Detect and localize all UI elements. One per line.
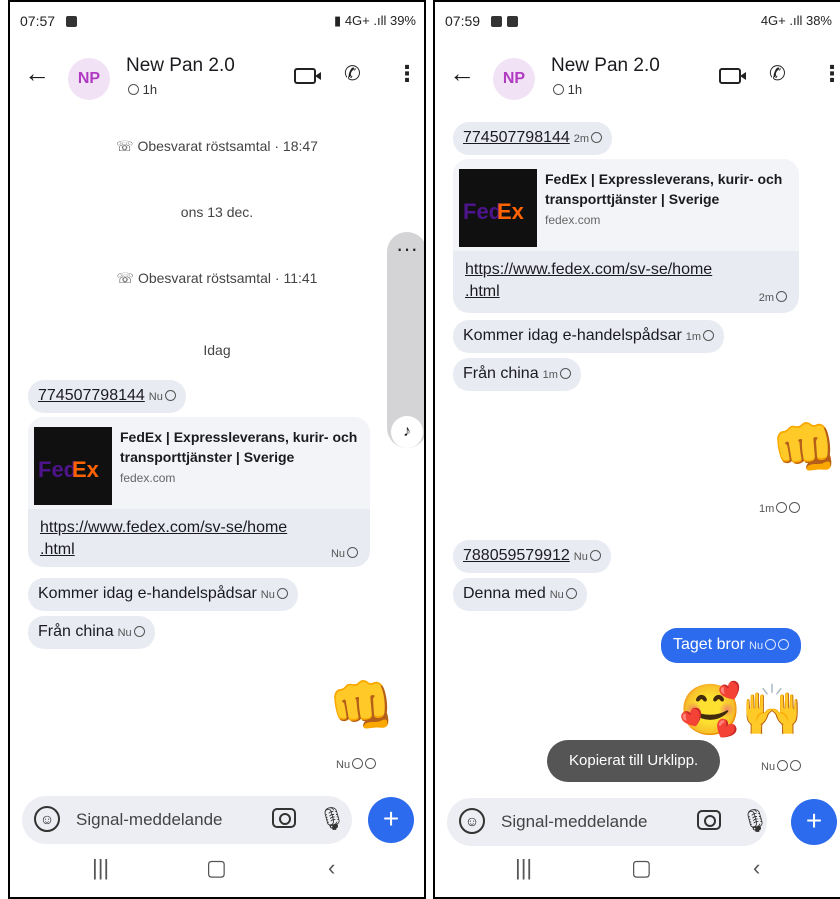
link-preview-message[interactable]: Fed Ex FedEx | Expressleverans, kurir- oc… (28, 417, 370, 567)
status-time: 07:57 (20, 13, 56, 29)
link-preview[interactable]: Fed Ex FedEx | Expressleverans, kurir- oc… (28, 417, 370, 509)
incoming-message[interactable]: Kommer idag e-handelspådsar 1m (453, 320, 725, 353)
recents-icon[interactable]: ||| (92, 855, 109, 881)
outgoing-emojis[interactable]: 🥰🙌 (679, 680, 804, 740)
missed-call-event: ☏ Obesvarat röstsamtal · 18:47 (116, 138, 318, 154)
conversation-title[interactable]: New Pan 2.0 (126, 55, 235, 77)
recents-icon[interactable]: ||| (515, 855, 532, 881)
avatar[interactable]: NP (493, 58, 535, 100)
incoming-message-tracking[interactable]: 774507798144 Nu (28, 380, 186, 413)
date-divider: Idag (203, 342, 231, 358)
message-time: Nu (761, 760, 802, 773)
video-call-icon[interactable] (294, 68, 321, 84)
outgoing-emoji[interactable]: 👊 (328, 676, 395, 736)
missed-call-event: ☏ Obesvarat röstsamtal · 11:41 (116, 270, 318, 286)
kebab-menu-icon[interactable]: ⋮ (821, 62, 840, 86)
message-time: 1m (759, 502, 801, 515)
message-list[interactable]: 774507798144 2m Fed Ex FedEx | Expressleve… (435, 112, 840, 789)
message-time: Nu (336, 758, 377, 771)
nav-back-icon[interactable]: ‹ (753, 855, 760, 881)
plus-icon[interactable]: + (368, 797, 414, 843)
status-icons: ▮ 4G+ .ıll 39% (334, 13, 416, 28)
message-time: 2m (759, 291, 787, 304)
outgoing-message[interactable]: Taget bror Nu (661, 628, 802, 663)
more-icon[interactable]: ··· (387, 238, 424, 260)
emoji-icon[interactable]: ☺ (34, 806, 60, 832)
preview-site: fedex.com (120, 471, 176, 485)
avatar[interactable]: NP (68, 58, 110, 100)
home-icon[interactable]: ▢ (631, 855, 652, 881)
disappearing-timer: 1h (126, 82, 157, 97)
right-phone-screen: 07:59 4G+ .ıll 38% ← NP New Pan 2.0 1h ✆… (433, 0, 840, 899)
message-input[interactable]: Signal-meddelande (501, 812, 648, 832)
fedex-thumbnail: Fed Ex (459, 169, 537, 247)
timer-icon (128, 84, 139, 95)
system-nav-bar: ||| ▢ ‹ (435, 839, 840, 897)
microphone-icon[interactable]: 🎙 (318, 806, 346, 832)
outgoing-emoji[interactable]: 👊 (771, 418, 838, 478)
notification-icon (491, 16, 502, 27)
preview-title: FedEx | Expressleverans, kurir- och tran… (545, 171, 783, 207)
phone-icon[interactable]: ✆ (769, 62, 786, 86)
missed-call-icon: ☏ (116, 270, 135, 286)
incoming-message-tracking[interactable]: 788059579912 Nu (453, 540, 611, 573)
message-list[interactable]: ☏ Obesvarat röstsamtal · 18:47 ons 13 de… (10, 112, 424, 789)
incoming-message[interactable]: Från china 1m (453, 358, 581, 391)
nav-back-icon[interactable]: ‹ (328, 855, 335, 881)
kebab-menu-icon[interactable]: ⋮ (396, 62, 418, 86)
copied-toast: Kopierat till Urklipp. (547, 740, 721, 782)
timer-icon (553, 84, 564, 95)
url-link-cont[interactable]: .html (40, 539, 75, 561)
conversation-header: ← NP New Pan 2.0 1h ✆ ⋮ (10, 42, 424, 112)
preview-site: fedex.com (545, 213, 601, 227)
link-preview-message[interactable]: Fed Ex FedEx | Expressleverans, kurir- oc… (453, 159, 799, 313)
link-preview[interactable]: Fed Ex FedEx | Expressleverans, kurir- oc… (453, 159, 799, 251)
notification-icon (66, 16, 77, 27)
url-link-cont[interactable]: .html (465, 281, 500, 303)
arrow-left-icon[interactable]: ← (24, 60, 50, 86)
scroll-handle[interactable]: ♪ (391, 416, 423, 448)
camera-icon[interactable] (697, 810, 721, 830)
incoming-message-tracking[interactable]: 774507798144 2m (453, 122, 613, 155)
incoming-message[interactable]: Denna med Nu (453, 578, 587, 611)
microphone-icon[interactable]: 🎙 (741, 808, 769, 834)
arrow-left-icon[interactable]: ← (449, 60, 475, 86)
missed-call-icon: ☏ (116, 138, 134, 154)
date-divider: ons 13 dec. (180, 204, 254, 220)
fast-scroller[interactable]: ··· ♪ (387, 232, 424, 448)
conversation-header: ← NP New Pan 2.0 1h ✆ ⋮ (435, 42, 840, 112)
preview-title: FedEx | Expressleverans, kurir- och tran… (120, 429, 358, 465)
home-icon[interactable]: ▢ (206, 855, 227, 881)
phone-icon[interactable]: ✆ (344, 62, 361, 86)
status-icons: 4G+ .ıll 38% (760, 13, 832, 28)
notification-icon (507, 16, 518, 27)
incoming-message[interactable]: Från china Nu (28, 616, 155, 649)
emoji-icon[interactable]: ☺ (459, 808, 485, 834)
status-time: 07:59 (445, 13, 481, 29)
message-input[interactable]: Signal-meddelande (76, 810, 223, 830)
status-bar: 07:57 ▮ 4G+ .ıll 39% (10, 2, 424, 42)
disappearing-timer: 1h (551, 82, 582, 97)
url-link[interactable]: https://www.fedex.com/sv-se/home (465, 259, 712, 281)
url-link[interactable]: https://www.fedex.com/sv-se/home (40, 517, 287, 539)
conversation-title[interactable]: New Pan 2.0 (551, 55, 660, 77)
message-time: Nu (331, 547, 358, 560)
message-composer[interactable]: ☺ Signal-meddelande 🎙 (22, 796, 352, 844)
camera-icon[interactable] (272, 808, 296, 828)
fedex-thumbnail: Fed Ex (34, 427, 112, 505)
system-nav-bar: ||| ▢ ‹ (10, 839, 424, 897)
incoming-message[interactable]: Kommer idag e-handelspådsar Nu (28, 578, 298, 611)
video-call-icon[interactable] (719, 68, 746, 84)
left-phone-screen: 07:57 ▮ 4G+ .ıll 39% ← NP New Pan 2.0 1h… (8, 0, 426, 899)
status-bar: 07:59 4G+ .ıll 38% (435, 2, 840, 42)
